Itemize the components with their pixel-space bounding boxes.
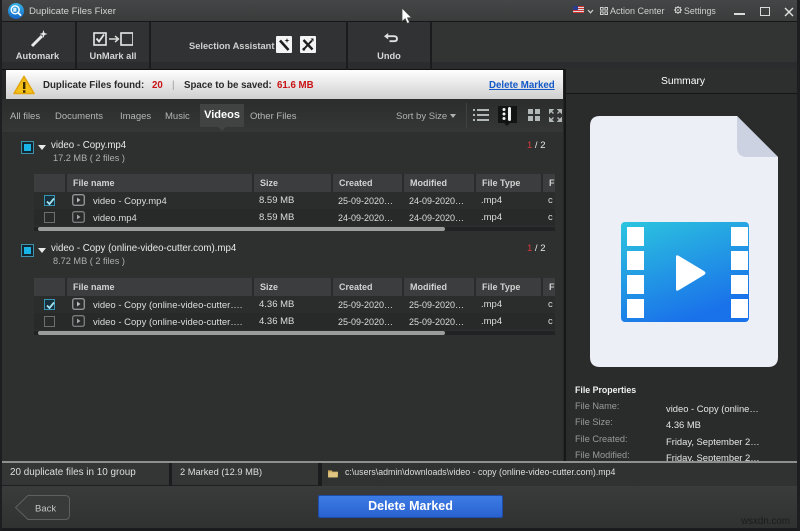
- svg-text:Back: Back: [35, 504, 56, 515]
